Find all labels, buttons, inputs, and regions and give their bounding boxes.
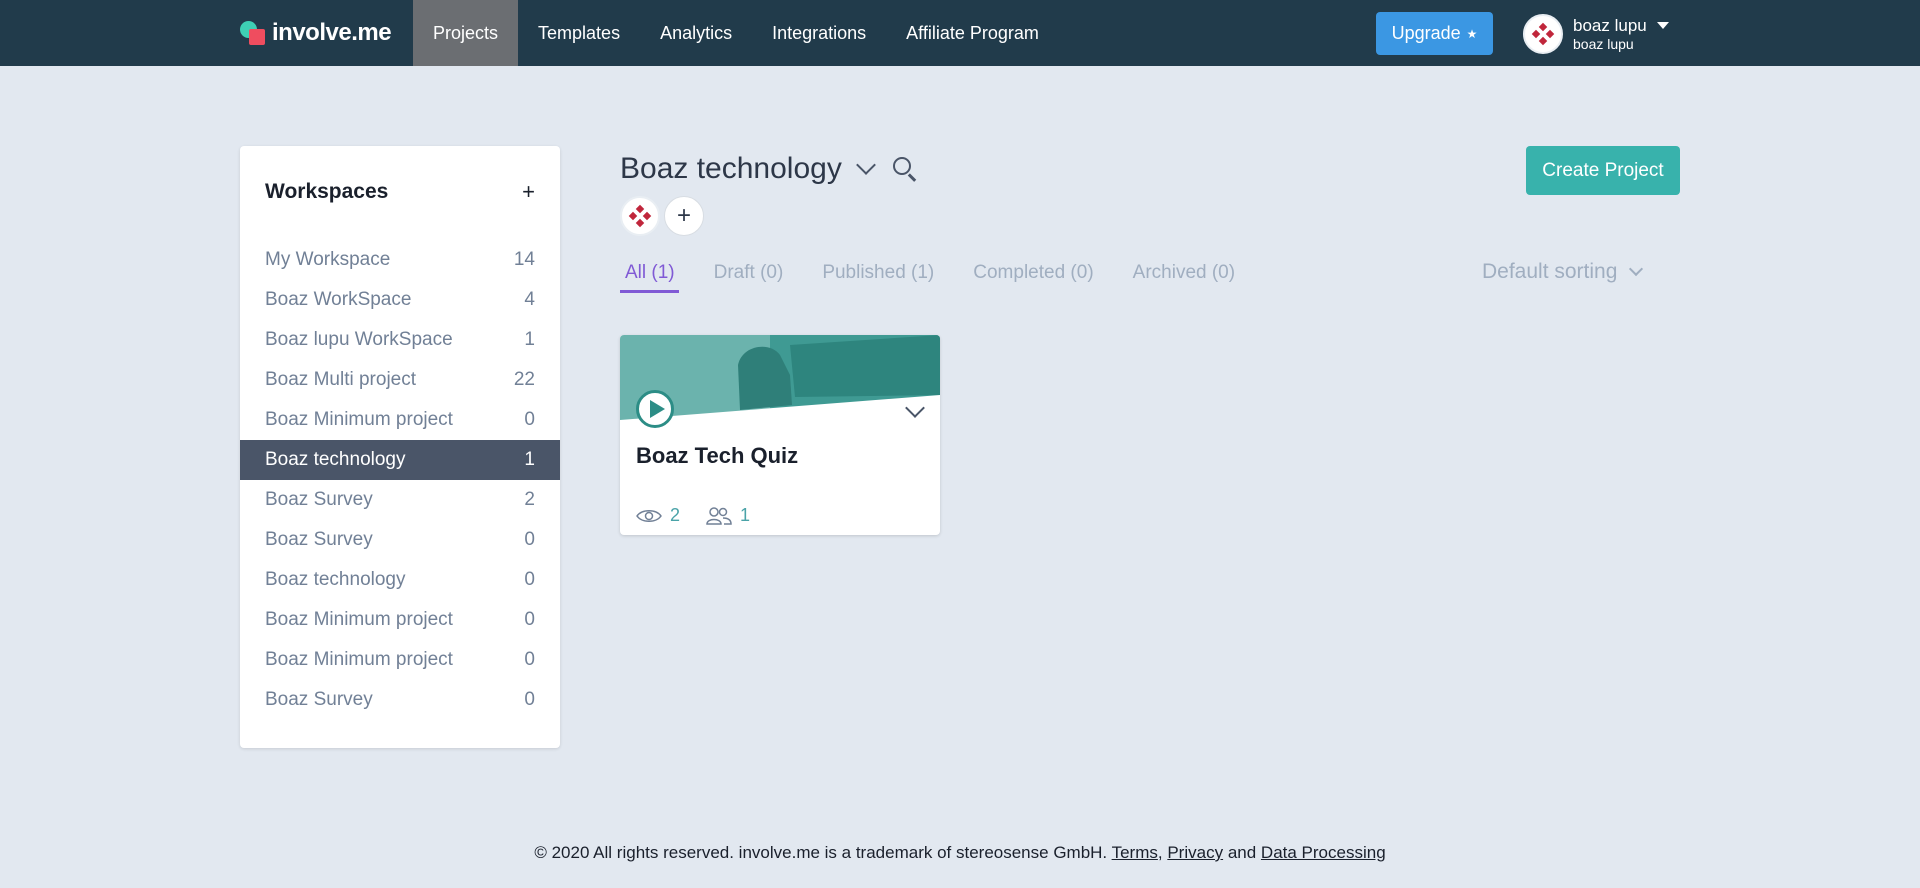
footer: © 2020 All rights reserved. involve.me i… bbox=[0, 843, 1920, 863]
caret-down-icon[interactable] bbox=[1656, 22, 1669, 29]
top-navbar: involve.me Projects Templates Analytics … bbox=[0, 0, 1920, 66]
project-stats: 2 1 bbox=[636, 505, 750, 526]
user-menu[interactable]: boaz lupu boaz lupu bbox=[1523, 14, 1669, 54]
workspace-item-active[interactable]: Boaz technology 1 bbox=[240, 440, 560, 480]
sorting-label: Default sorting bbox=[1482, 260, 1618, 283]
views-stat: 2 bbox=[636, 505, 680, 526]
workspace-count: 14 bbox=[513, 249, 535, 270]
workspace-item[interactable]: Boaz Survey 0 bbox=[240, 520, 560, 560]
workspace-count: 2 bbox=[524, 489, 535, 510]
eye-icon bbox=[636, 509, 662, 522]
workspace-count: 0 bbox=[524, 649, 535, 670]
data-processing-link[interactable]: Data Processing bbox=[1261, 843, 1386, 862]
privacy-link[interactable]: Privacy bbox=[1167, 843, 1223, 862]
workspace-item[interactable]: My Workspace 14 bbox=[240, 240, 560, 280]
workspace-item[interactable]: Boaz technology 0 bbox=[240, 560, 560, 600]
participants-count: 1 bbox=[740, 505, 751, 525]
nav-templates[interactable]: Templates bbox=[518, 0, 640, 66]
create-project-button[interactable]: Create Project bbox=[1526, 146, 1680, 195]
brand-name: involve.me bbox=[272, 19, 392, 46]
tab-all[interactable]: All (1) bbox=[620, 260, 679, 293]
participants-stat: 1 bbox=[706, 505, 750, 526]
users-icon bbox=[706, 506, 732, 525]
avatar-pattern-icon bbox=[1531, 22, 1555, 46]
workspace-members: + bbox=[620, 196, 704, 236]
workspace-count: 0 bbox=[524, 569, 535, 590]
workspace-count: 4 bbox=[524, 289, 535, 310]
workspace-item[interactable]: Boaz Minimum project 0 bbox=[240, 400, 560, 440]
workspace-item[interactable]: Boaz Multi project 22 bbox=[240, 360, 560, 400]
workspace-label: Boaz technology bbox=[265, 569, 406, 590]
workspace-count: 0 bbox=[524, 689, 535, 710]
tab-published[interactable]: Published (1) bbox=[817, 260, 938, 293]
workspace-count: 0 bbox=[524, 409, 535, 430]
workspace-list: My Workspace 14 Boaz WorkSpace 4 Boaz lupu… bbox=[240, 240, 560, 720]
star-icon: ★ bbox=[1466, 26, 1478, 41]
logo-mark-icon bbox=[240, 19, 268, 47]
workspace-item[interactable]: Boaz WorkSpace 4 bbox=[240, 280, 560, 320]
brand-logo[interactable]: involve.me bbox=[240, 18, 392, 48]
workspace-label: Boaz Survey bbox=[265, 489, 373, 510]
nav-projects[interactable]: Projects bbox=[413, 0, 519, 66]
workspace-label: Boaz Survey bbox=[265, 529, 373, 550]
workspaces-title: Workspaces bbox=[265, 180, 389, 203]
nav-analytics[interactable]: Analytics bbox=[640, 0, 752, 66]
add-member-button[interactable]: + bbox=[664, 196, 704, 236]
workspace-count: 0 bbox=[524, 609, 535, 630]
workspace-count: 0 bbox=[524, 529, 535, 550]
workspace-count: 1 bbox=[524, 329, 535, 350]
avatar-pattern-icon bbox=[628, 204, 652, 228]
footer-text: © 2020 All rights reserved. involve.me i… bbox=[534, 843, 1108, 862]
workspace-header: Boaz technology bbox=[620, 152, 918, 186]
workspace-item[interactable]: Boaz Survey 2 bbox=[240, 480, 560, 520]
workspace-title: Boaz technology bbox=[620, 152, 842, 185]
tab-draft[interactable]: Draft (0) bbox=[709, 260, 788, 293]
workspace-label: Boaz Survey bbox=[265, 689, 373, 710]
tab-completed[interactable]: Completed (0) bbox=[968, 260, 1097, 293]
footer-separator: , bbox=[1157, 843, 1163, 862]
chevron-down-icon[interactable] bbox=[856, 160, 874, 178]
views-count: 2 bbox=[670, 505, 681, 525]
workspace-item[interactable]: Boaz Minimum project 0 bbox=[240, 600, 560, 640]
workspace-label: Boaz WorkSpace bbox=[265, 289, 412, 310]
workspace-label: Boaz Minimum project bbox=[265, 649, 453, 670]
workspace-label: Boaz Minimum project bbox=[265, 609, 453, 630]
chevron-down-icon bbox=[1629, 261, 1644, 277]
workspace-count: 22 bbox=[513, 369, 535, 390]
workspace-count: 1 bbox=[524, 449, 535, 470]
upgrade-label: Upgrade bbox=[1391, 23, 1461, 43]
workspace-label: My Workspace bbox=[265, 249, 391, 270]
user-name: boaz lupu bbox=[1573, 16, 1647, 35]
search-icon[interactable] bbox=[892, 156, 918, 182]
workspace-item[interactable]: Boaz lupu WorkSpace 1 bbox=[240, 320, 560, 360]
nav-integrations[interactable]: Integrations bbox=[752, 0, 886, 66]
workspace-label: Boaz Multi project bbox=[265, 369, 417, 390]
user-avatar bbox=[1523, 14, 1563, 54]
workspace-label: Boaz technology bbox=[265, 449, 406, 470]
play-icon[interactable] bbox=[636, 390, 674, 428]
workspaces-panel: Workspaces + My Workspace 14 Boaz WorkSpa… bbox=[240, 146, 560, 748]
footer-and: and bbox=[1227, 843, 1257, 862]
project-card[interactable]: Boaz Tech Quiz 2 1 bbox=[620, 335, 940, 535]
workspace-label: Boaz Minimum project bbox=[265, 409, 453, 430]
workspace-label: Boaz lupu WorkSpace bbox=[265, 329, 453, 350]
status-tabs: All (1) Draft (0) Published (1) Complete… bbox=[620, 260, 1239, 293]
user-workspace: boaz lupu bbox=[1573, 36, 1634, 52]
project-title: Boaz Tech Quiz bbox=[636, 443, 799, 468]
main-nav: Projects Templates Analytics Integration… bbox=[413, 0, 1059, 66]
terms-link[interactable]: Terms bbox=[1112, 843, 1158, 862]
workspace-item[interactable]: Boaz Survey 0 bbox=[240, 680, 560, 720]
member-avatar[interactable] bbox=[620, 196, 660, 236]
tab-archived[interactable]: Archived (0) bbox=[1128, 260, 1239, 293]
add-workspace-icon[interactable]: + bbox=[522, 181, 535, 203]
upgrade-button[interactable]: Upgrade ★ bbox=[1376, 12, 1493, 55]
workspace-item[interactable]: Boaz Minimum project 0 bbox=[240, 640, 560, 680]
sorting-dropdown[interactable]: Default sorting bbox=[1482, 260, 1644, 284]
nav-affiliate-program[interactable]: Affiliate Program bbox=[886, 0, 1059, 66]
